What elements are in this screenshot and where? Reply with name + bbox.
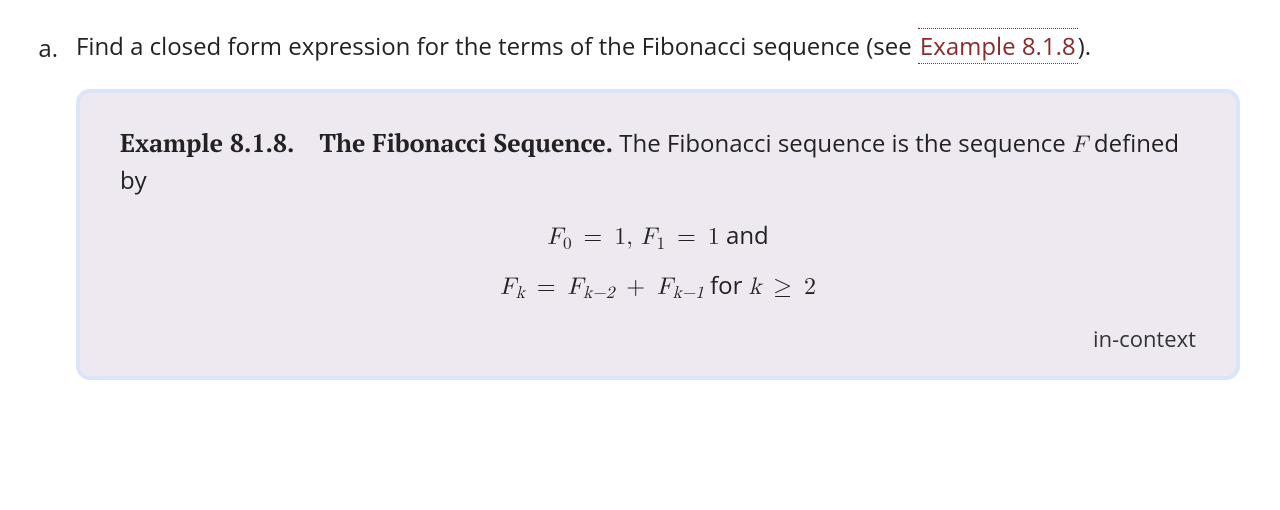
- example-title: The Fibonacci Sequence.: [319, 127, 613, 160]
- math-line-2: Fk = Fk−2 + Fk−1 for k ≥ 2: [120, 269, 1196, 305]
- list-item-a: a. Find a closed form expression for the…: [30, 30, 1240, 380]
- example-intro: Example 8.1.8. The Fibonacci Sequence. T…: [120, 125, 1196, 199]
- prompt-pre: Find a closed form expression for the te…: [76, 30, 918, 63]
- example-intro-var: F: [1072, 133, 1088, 157]
- list-item-body: Find a closed form expression for the te…: [76, 30, 1240, 380]
- list-item-label: a.: [30, 30, 58, 65]
- prompt-text: Find a closed form expression for the te…: [76, 30, 1240, 65]
- in-context-link[interactable]: in-context: [120, 324, 1196, 354]
- example-box: Example 8.1.8. The Fibonacci Sequence. T…: [76, 89, 1240, 381]
- example-link[interactable]: Example 8.1.8: [918, 28, 1078, 64]
- math-line-1: F0 = 1, F1 = 1 and: [120, 219, 1196, 255]
- example-heading: Example 8.1.8.: [120, 127, 294, 160]
- example-intro-pre: The Fibonacci sequence is the sequence: [619, 127, 1072, 160]
- prompt-post: ).: [1078, 30, 1091, 63]
